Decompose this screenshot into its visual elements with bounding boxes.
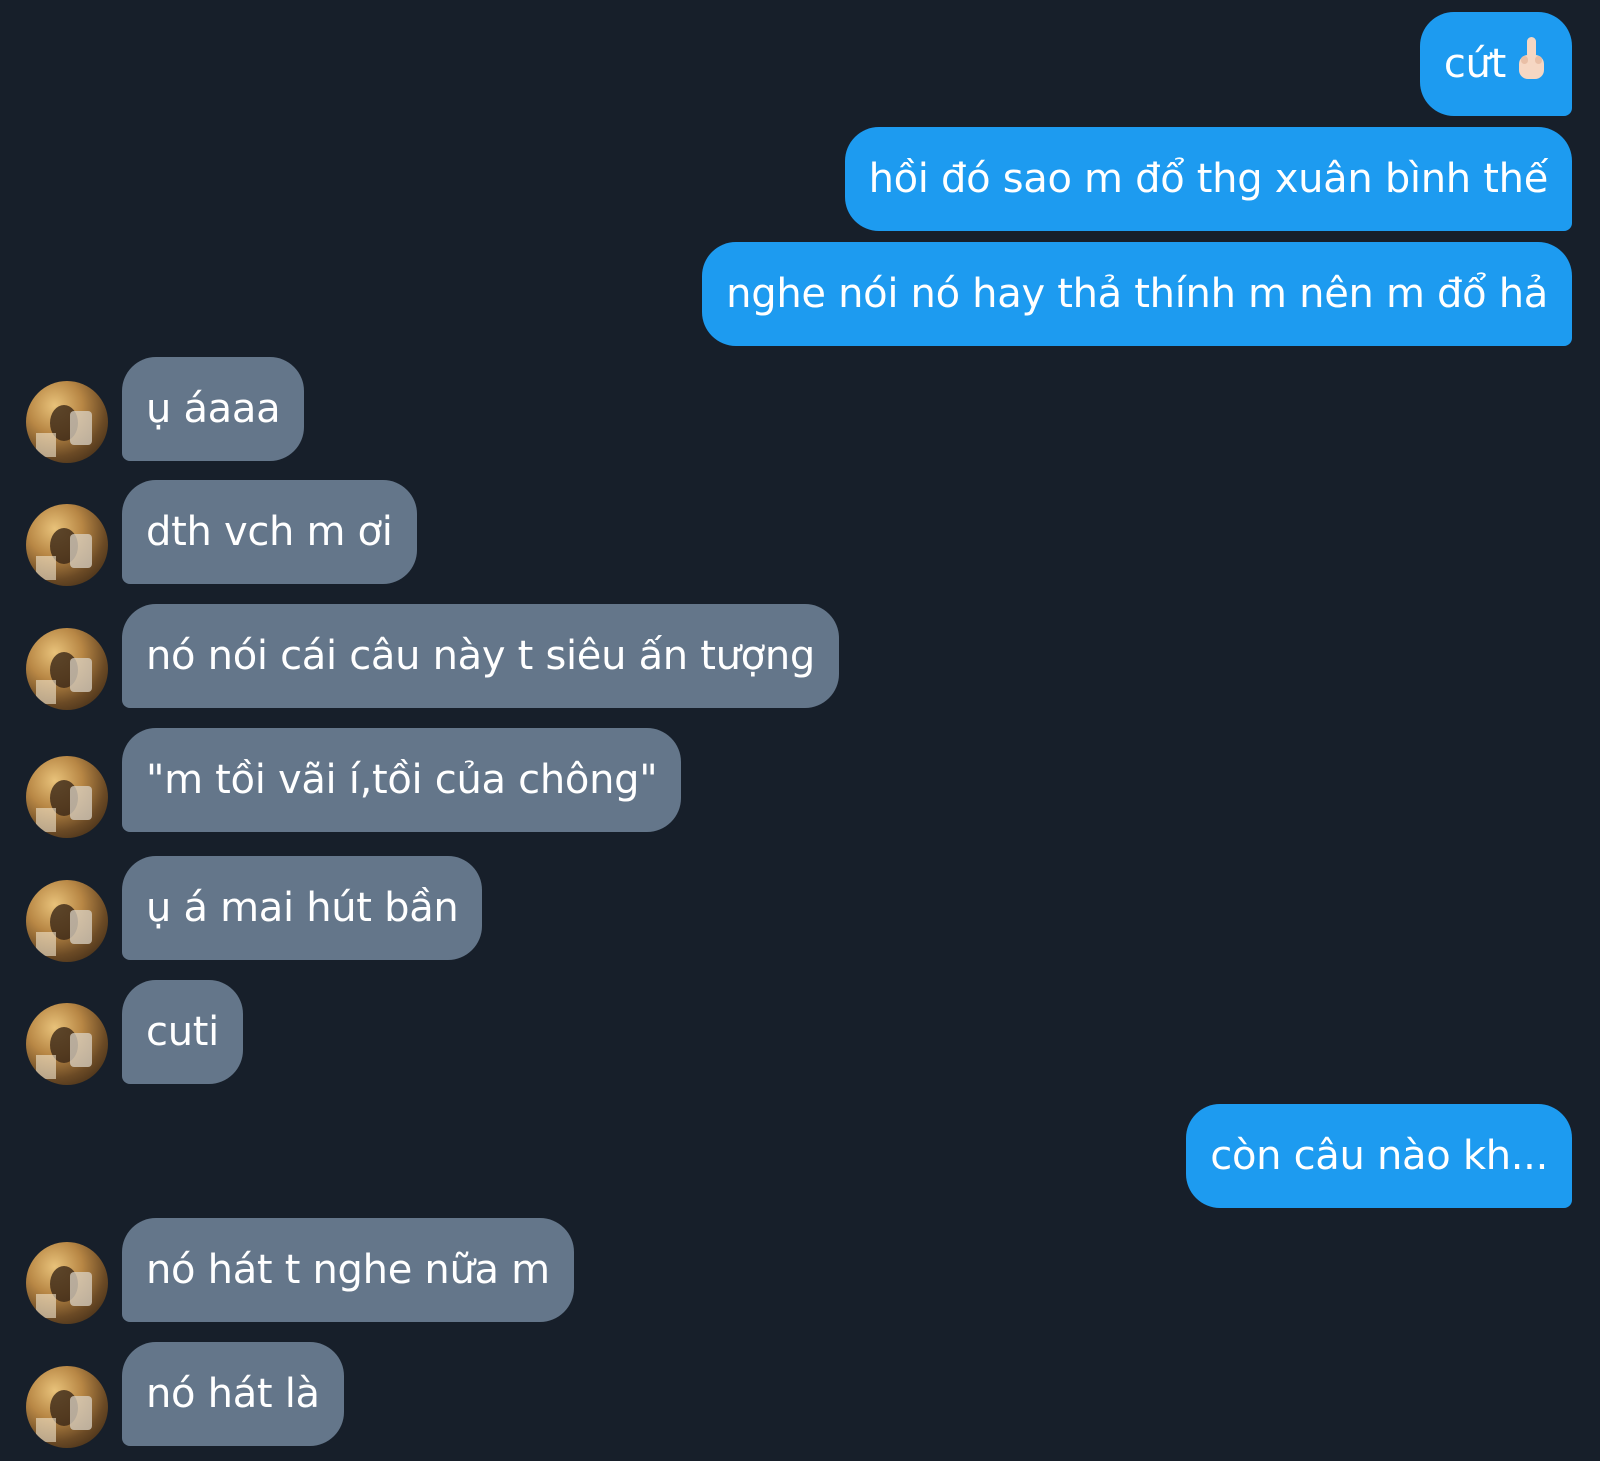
message-text: cứt [1443,41,1506,87]
contact-avatar[interactable] [26,1242,108,1324]
message-text: dth vch m ơi [146,509,393,555]
message-incoming[interactable]: "m tồi vãi í,tồi của chông" [122,728,682,832]
message-text: nó nói cái câu này t siêu ấn tượng [146,633,815,679]
contact-avatar[interactable] [26,756,108,838]
message-text: hồi đó sao m đổ thg xuân bình thế [868,156,1549,202]
message-outgoing[interactable]: nghe nói nó hay thả thính m nên m đổ hả [702,242,1572,346]
message-text: ụ áaaa [146,386,281,432]
contact-avatar[interactable] [26,880,108,962]
contact-avatar[interactable] [26,504,108,586]
chat-thread: cứt hồi đó sao m đổ thg xuân bình thế ng… [0,0,1600,1461]
message-text: cuti [146,1009,219,1055]
message-incoming[interactable]: nó hát t nghe nữa m [122,1218,574,1322]
message-text: còn câu nào kh... [1210,1133,1548,1179]
message-outgoing[interactable]: còn câu nào kh... [1186,1104,1572,1208]
message-incoming[interactable]: ụ á mai hút bần [122,856,483,960]
message-incoming[interactable]: dth vch m ơi [122,480,417,584]
message-text: "m tồi vãi í,tồi của chông" [146,757,658,803]
message-text: nó hát là [146,1371,320,1417]
message-outgoing[interactable]: cứt [1419,12,1572,116]
message-incoming[interactable]: cuti [122,980,243,1084]
message-text: ụ á mai hút bần [146,885,459,931]
message-outgoing[interactable]: hồi đó sao m đổ thg xuân bình thế [844,127,1572,231]
contact-avatar[interactable] [26,628,108,710]
contact-avatar[interactable] [26,1003,108,1085]
message-incoming[interactable]: nó hát là [122,1342,344,1446]
contact-avatar[interactable] [26,1366,108,1448]
message-incoming[interactable]: nó nói cái câu này t siêu ấn tượng [122,604,839,708]
message-text: nghe nói nó hay thả thính m nên m đổ hả [726,271,1548,317]
contact-avatar[interactable] [26,381,108,463]
message-incoming[interactable]: ụ áaaa [122,357,305,461]
message-text: nó hát t nghe nữa m [146,1247,550,1293]
middle-finger-icon [1514,35,1548,93]
